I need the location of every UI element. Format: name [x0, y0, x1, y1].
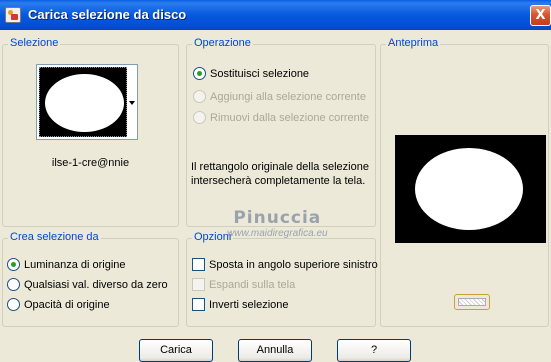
operation-description: Il rettangolo originale della selezione …	[191, 160, 369, 188]
thumbnail-ellipse-shape	[45, 74, 124, 132]
checkbox-label: Espandi sulla tela	[209, 278, 296, 291]
crea-selezione-group-title: Crea selezione da	[8, 231, 101, 243]
checkbox-espandi-tela[interactable]: Espandi sulla tela	[192, 278, 295, 291]
dropdown-arrow-icon[interactable]	[129, 101, 135, 105]
description-line-2: intersecherà completamente la tela.	[191, 175, 366, 187]
radio-label: Opacità di origine	[24, 298, 110, 311]
radio-on-icon	[193, 67, 206, 80]
radio-luminanza-origine[interactable]: Luminanza di origine	[7, 258, 126, 271]
watermark: Pinuccia www.maidiregrafica.eu	[227, 208, 328, 239]
close-button[interactable]: X	[530, 5, 551, 26]
help-button[interactable]: ?	[337, 339, 411, 362]
preview-image	[395, 135, 546, 243]
checkbox-icon	[192, 258, 205, 271]
radio-qualsiasi-valore[interactable]: Qualsiasi val. diverso da zero	[7, 278, 168, 291]
radio-opacita-origine[interactable]: Opacità di origine	[7, 298, 110, 311]
watermark-url: www.maidiregrafica.eu	[227, 228, 328, 239]
radio-label: Sostituisci selezione	[210, 67, 310, 80]
radio-label: Luminanza di origine	[24, 258, 126, 271]
checkbox-icon	[192, 278, 205, 291]
description-line-1: Il rettangolo originale della selezione	[191, 161, 369, 173]
selection-file-name: ilse-1-cre@nnie	[51, 157, 130, 169]
selection-thumbnail-dropdown[interactable]	[36, 64, 138, 140]
radio-off-icon	[193, 111, 206, 124]
watermark-name: Pinuccia	[233, 208, 322, 228]
radio-off-icon	[193, 90, 206, 103]
radio-sostituisci-selezione[interactable]: Sostituisci selezione	[193, 67, 309, 80]
radio-label: Qualsiasi val. diverso da zero	[24, 278, 168, 291]
window-title: Carica selezione da disco	[28, 7, 187, 22]
radio-label: Aggiungi alla selezione corrente	[210, 90, 366, 103]
checkbox-inverti-selezione[interactable]: Inverti selezione	[192, 298, 289, 311]
checkbox-label: Inverti selezione	[209, 298, 289, 311]
radio-on-icon	[7, 258, 20, 271]
radio-aggiungi-selezione[interactable]: Aggiungi alla selezione corrente	[193, 90, 366, 103]
selection-thumbnail	[39, 67, 127, 137]
radio-off-icon	[7, 278, 20, 291]
radio-off-icon	[7, 298, 20, 311]
selezione-group-title: Selezione	[8, 37, 61, 49]
radio-label: Rimuovi dalla selezione corrente	[210, 111, 369, 124]
operazione-group-title: Operazione	[192, 37, 253, 49]
title-bar: Carica selezione da disco X	[0, 0, 551, 30]
checkbox-label: Sposta in angolo superiore sinistro	[209, 258, 378, 271]
carica-button[interactable]: Carica	[139, 339, 213, 362]
checkerboard-icon	[458, 298, 486, 306]
anteprima-group-title: Anteprima	[386, 37, 441, 49]
checkbox-sposta-angolo[interactable]: Sposta in angolo superiore sinistro	[192, 258, 378, 271]
preview-background-button[interactable]	[454, 294, 490, 310]
annulla-button[interactable]: Annulla	[238, 339, 312, 362]
preview-ellipse-shape	[415, 148, 523, 230]
radio-rimuovi-selezione[interactable]: Rimuovi dalla selezione corrente	[193, 111, 369, 124]
checkbox-icon	[192, 298, 205, 311]
app-icon	[5, 7, 21, 23]
